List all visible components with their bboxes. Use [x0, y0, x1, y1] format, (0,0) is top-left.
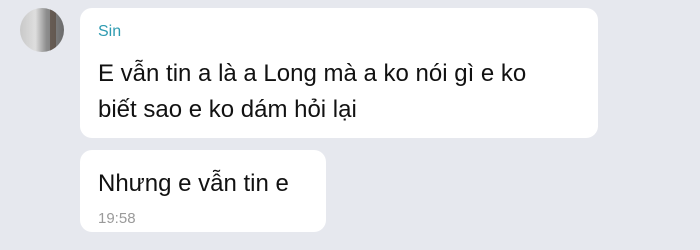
sender-name[interactable]: Sin [98, 22, 580, 42]
message-timestamp: 19:58 [98, 210, 136, 227]
avatar[interactable] [20, 8, 64, 52]
message-bubble[interactable]: Sin E vẫn tin a là a Long mà a ko nói gì… [80, 8, 598, 138]
message-text: E vẫn tin a là a Long mà a ko nói gì e k… [98, 56, 580, 128]
message-line: biết sao e ko dám hỏi lại [98, 96, 357, 123]
message-bubble[interactable]: Nhưng e vẫn tin e 19:58 [80, 150, 326, 232]
avatar-image-detail [50, 8, 56, 52]
message-text: Nhưng e vẫn tin e [98, 170, 289, 197]
message-line: E vẫn tin a là a Long mà a ko nói gì e k… [98, 60, 527, 87]
